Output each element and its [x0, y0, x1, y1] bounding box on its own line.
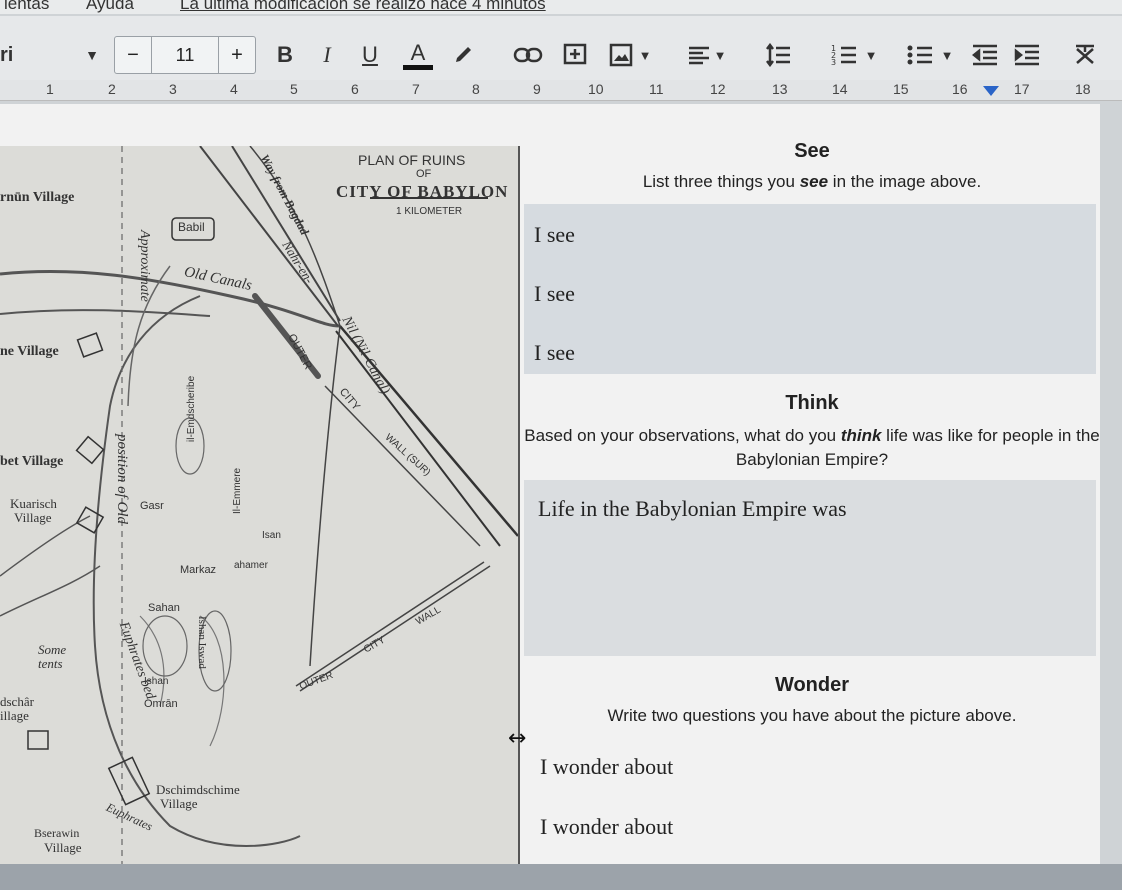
map-label-position: position of Old — [114, 434, 130, 525]
map-title-line3: CITY OF BABYLON — [336, 182, 509, 201]
map-label-omran: Omrān — [144, 698, 178, 710]
ruler-mark: 17 — [1014, 81, 1030, 97]
see-instruction-post: in the image above. — [828, 172, 982, 191]
think-instruction: Based on your observations, what do you … — [524, 424, 1100, 472]
think-line[interactable]: Life in the Babylonian Empire was — [538, 496, 847, 522]
babylon-map-image[interactable]: PLAN OF RUINS OF CITY OF BABYLON 1 KILOM… — [0, 146, 520, 866]
map-label-amer: ahamer — [234, 560, 268, 571]
italic-button[interactable]: I — [312, 38, 342, 72]
underline-button[interactable]: U — [354, 38, 386, 72]
map-label-village-2: ne Village — [0, 344, 59, 359]
ruler-mark: 8 — [472, 81, 480, 97]
ruler-mark: 14 — [832, 81, 848, 97]
see-line-2[interactable]: I see — [534, 281, 575, 307]
right-indent-marker[interactable] — [983, 86, 999, 96]
ruler-mark: 4 — [230, 81, 238, 97]
decrease-indent-icon[interactable] — [968, 38, 1002, 72]
menu-ayuda[interactable]: Ayuda — [86, 0, 134, 14]
ruler-mark: 10 — [588, 81, 604, 97]
map-label-ishan-aswad: Ishan Iswad — [196, 616, 208, 669]
numbered-list-icon[interactable]: 123 ▼ — [822, 38, 886, 72]
see-heading: See — [794, 140, 830, 162]
horizontal-ruler[interactable]: 1 2 3 4 5 6 7 8 9 10 11 12 13 14 15 16 1… — [0, 80, 1122, 101]
see-instruction-em: see — [799, 172, 829, 191]
bottom-bezel — [0, 864, 1122, 890]
map-label-illage: illage — [0, 708, 29, 723]
map-label-ishan: Ishan — [144, 676, 169, 687]
map-label-kuarisch-village: Village — [14, 510, 52, 525]
map-label-village-1: rnūn Village — [0, 190, 75, 205]
font-size-input[interactable]: 11 — [151, 37, 219, 73]
see-instruction-pre: List three things you — [642, 172, 800, 191]
increase-indent-icon[interactable] — [1010, 38, 1044, 72]
font-size-decrease-button[interactable]: − — [115, 37, 151, 73]
toolbar: ri ▼ − 11 + B I U A ▼ ▼ 123 ▼ ▼ — [0, 16, 1122, 80]
last-edit-link[interactable]: La última modificación se realizó hace 4… — [180, 0, 546, 14]
see-line-1[interactable]: I see — [534, 222, 575, 248]
line-spacing-icon[interactable] — [758, 38, 798, 72]
wonder-line-1[interactable]: I wonder about — [540, 754, 673, 780]
map-label-gasr: Gasr — [140, 500, 164, 512]
clear-formatting-icon[interactable] — [1066, 38, 1106, 72]
menu-herramientas[interactable]: ientas — [4, 0, 49, 14]
map-label-bserawin-village: Village — [44, 840, 82, 855]
map-label-dschimdschime-village: Village — [160, 796, 198, 811]
font-name-dropdown-icon[interactable]: ▼ — [80, 38, 104, 72]
text-color-label: A — [410, 39, 426, 65]
see-answer-box[interactable] — [524, 204, 1096, 374]
wonder-heading: Wonder — [774, 674, 850, 696]
bulleted-list-icon[interactable]: ▼ — [898, 38, 962, 72]
ruler-mark: 5 — [290, 81, 298, 97]
text-color-button[interactable]: A — [400, 38, 436, 72]
font-size-increase-button[interactable]: + — [219, 37, 255, 73]
map-label-sahan: Sahan — [148, 602, 180, 614]
ruler-mark: 9 — [533, 81, 541, 97]
map-label-tents: tents — [38, 656, 63, 671]
ruler-mark: 15 — [893, 81, 909, 97]
column-resize-cursor-icon[interactable]: ↔ — [508, 726, 526, 751]
highlight-pen-icon[interactable] — [448, 38, 478, 72]
ruler-mark: 1 — [46, 81, 54, 97]
insert-comment-icon[interactable] — [560, 38, 590, 72]
text-color-swatch — [403, 64, 433, 70]
map-scale-label: 1 KILOMETER — [396, 206, 463, 217]
ruler-mark: 3 — [169, 81, 177, 97]
map-label-babil: Babil — [178, 220, 205, 234]
see-instruction: List three things you see in the image a… — [524, 170, 1100, 194]
map-title-line1: PLAN OF RUINS — [358, 152, 466, 168]
svg-text:3: 3 — [831, 58, 836, 67]
map-label-approximate: Approximate — [137, 230, 152, 302]
think-instruction-pre: Based on your observations, what do you — [524, 426, 841, 445]
see-line-3[interactable]: I see — [534, 340, 575, 366]
ruler-mark: 11 — [649, 81, 664, 97]
wonder-line-2[interactable]: I wonder about — [540, 814, 673, 840]
map-label-il-emmere: Il-Emmere — [232, 467, 243, 514]
ruler-mark: 7 — [412, 81, 420, 97]
font-size-control: − 11 + — [114, 36, 256, 74]
menu-bar: ientas Ayuda La última modificación se r… — [0, 0, 1122, 14]
think-heading: Think — [785, 392, 839, 414]
wonder-instruction: Write two questions you have about the p… — [607, 706, 1017, 725]
ruler-mark: 16 — [952, 81, 968, 97]
font-name-value: ri — [0, 43, 14, 66]
insert-image-icon[interactable]: ▼ — [604, 38, 656, 72]
map-label-markaz: Markaz — [180, 564, 217, 576]
map-title-line2: OF — [416, 168, 432, 180]
align-left-icon[interactable]: ▼ — [682, 38, 732, 72]
ruler-mark: 18 — [1075, 81, 1091, 97]
document-page[interactable]: PLAN OF RUINS OF CITY OF BABYLON 1 KILOM… — [0, 104, 1100, 866]
map-label-bserawin: Bserawin — [34, 826, 80, 840]
map-label-isan: Isan — [262, 530, 281, 541]
ruler-mark: 2 — [108, 81, 116, 97]
map-linework — [0, 146, 518, 866]
font-name-select[interactable]: ri — [0, 38, 60, 72]
map-label-village-3: bet Village — [0, 454, 64, 469]
ruler-mark: 12 — [710, 81, 726, 97]
ruler-mark: 13 — [772, 81, 788, 97]
bold-button[interactable]: B — [270, 38, 300, 72]
ruler-mark: 6 — [351, 81, 359, 97]
think-instruction-em: think — [840, 426, 882, 445]
insert-link-icon[interactable] — [510, 38, 546, 72]
map-label-il-emdscheribe: il-Emdscheribe — [186, 375, 197, 442]
